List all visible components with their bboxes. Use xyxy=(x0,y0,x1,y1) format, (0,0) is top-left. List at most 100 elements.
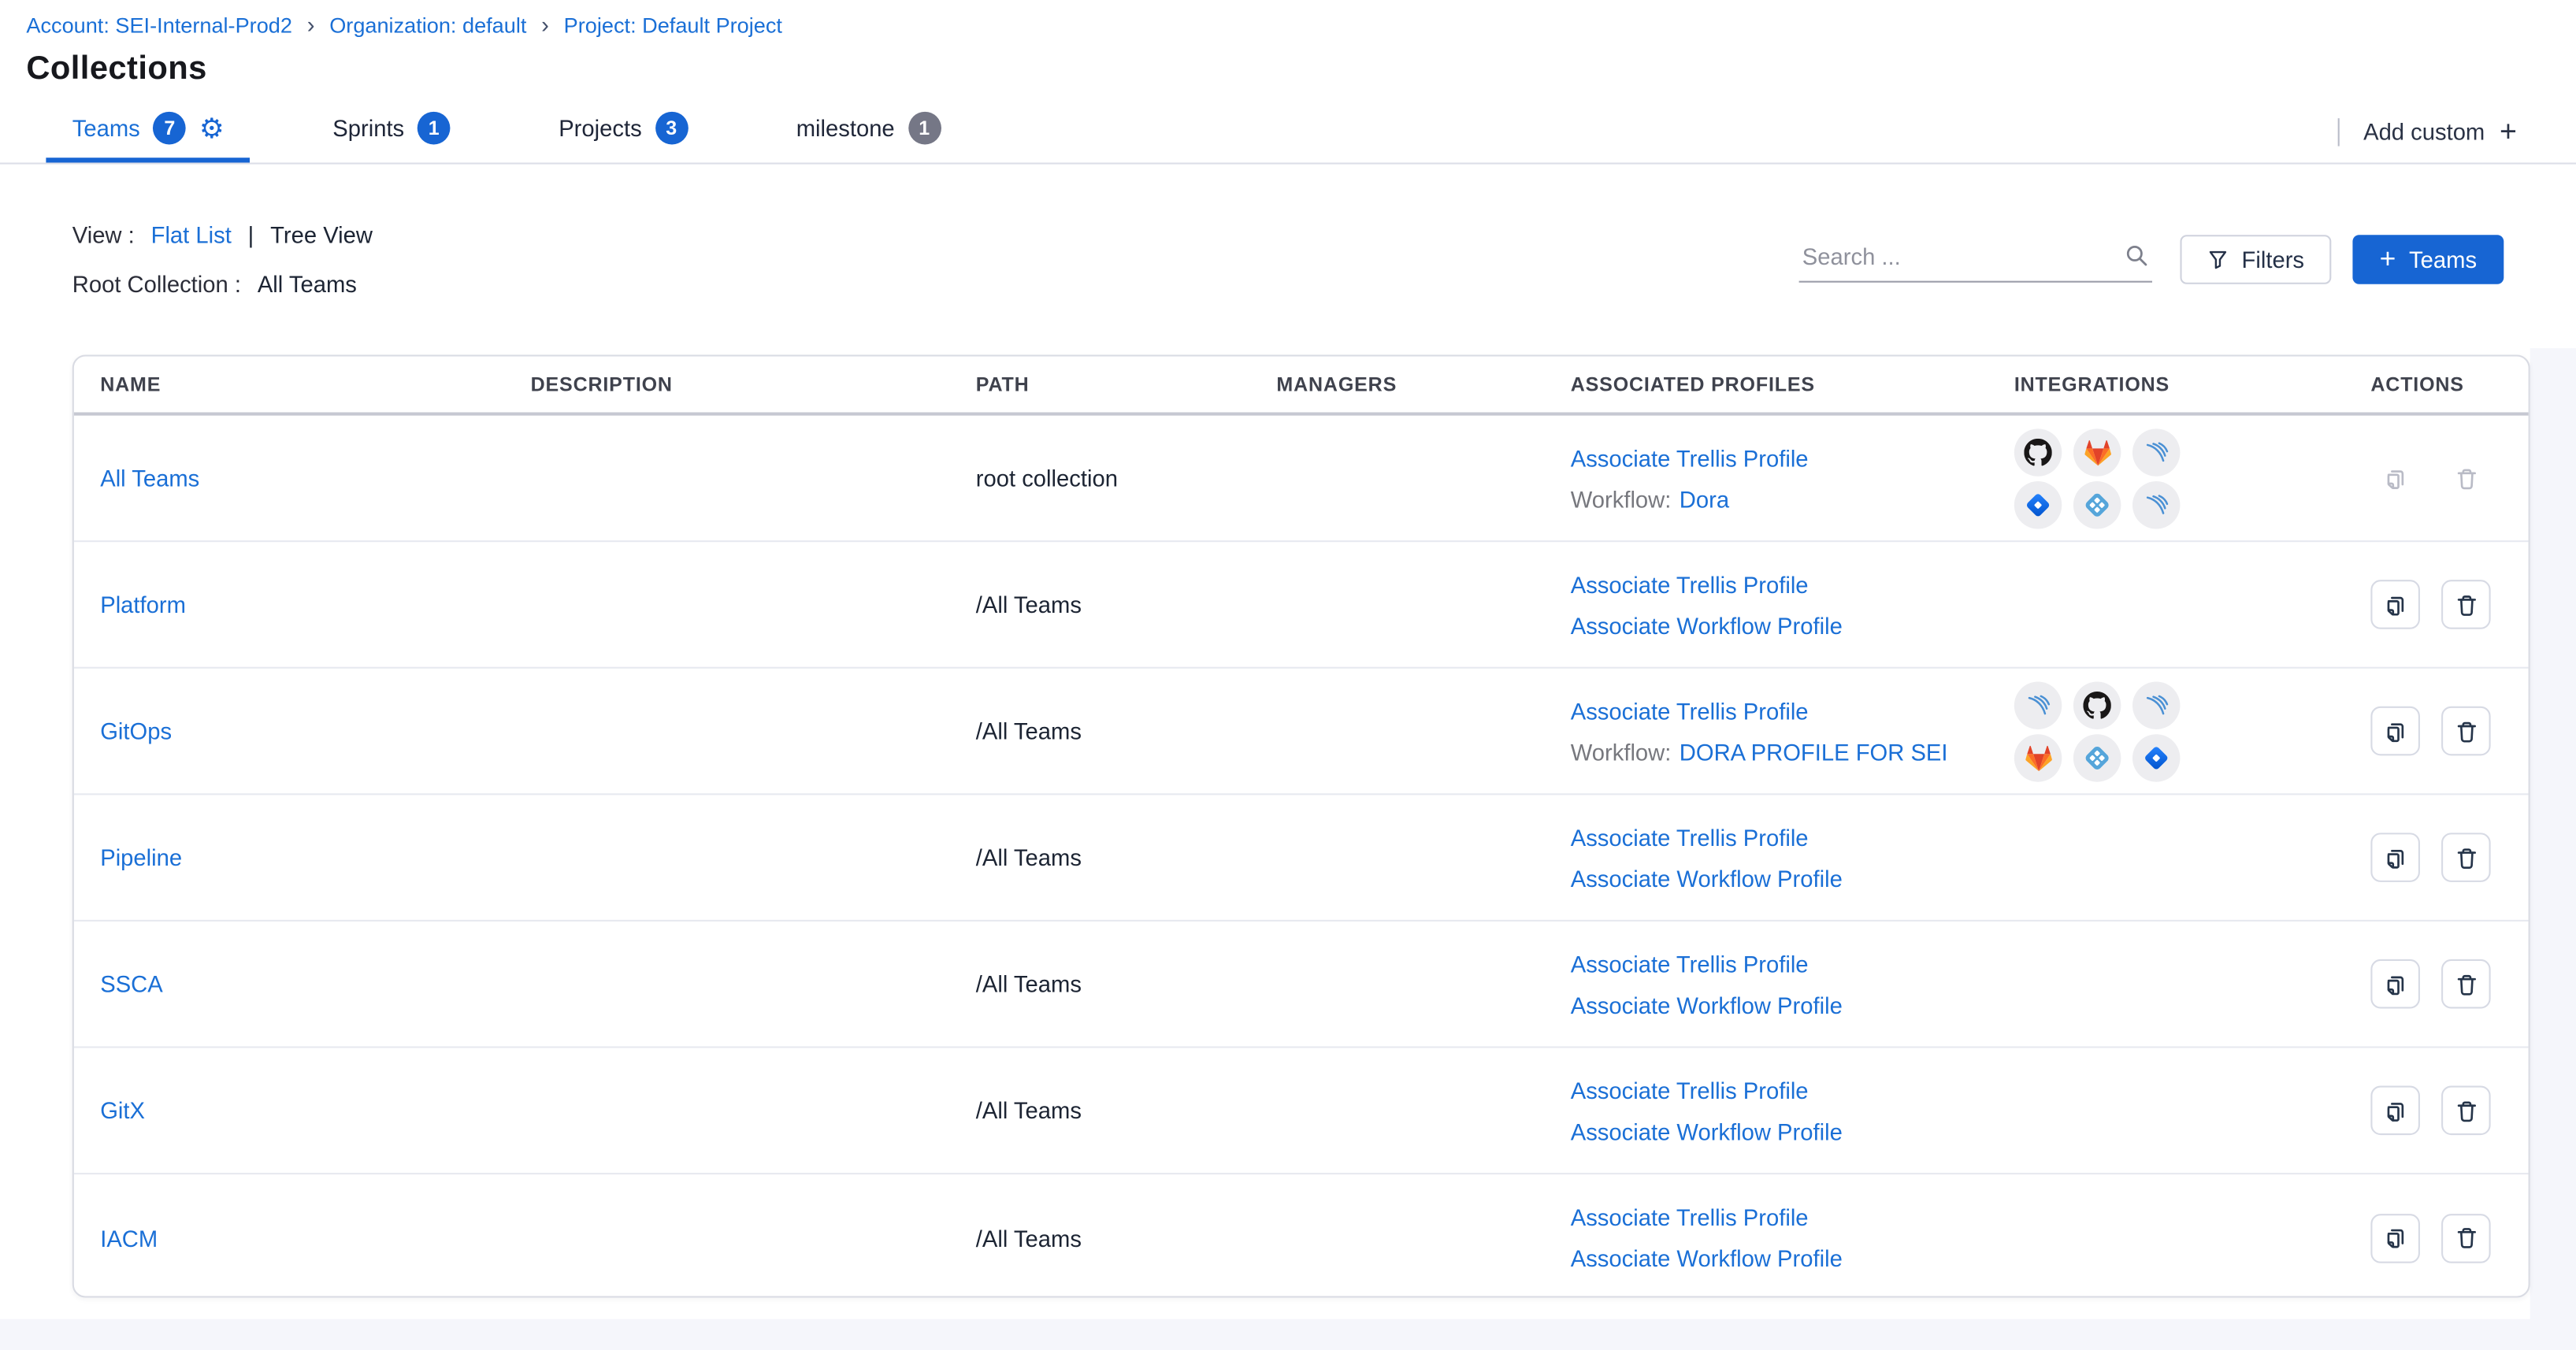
tab-sprints[interactable]: Sprints 1 xyxy=(306,98,477,162)
diamond-grid-icon xyxy=(2073,733,2121,781)
add-custom-button[interactable]: Add custom + xyxy=(2363,117,2517,146)
associated-profiles-cell: Associate Trellis Profile Associate Workf… xyxy=(1571,571,2014,639)
breadcrumb: Account: SEI-Internal-Prod2 › Organizati… xyxy=(26,13,782,38)
associated-profiles-cell: Associate Trellis Profile Workflow:DORA P… xyxy=(1571,697,2014,765)
collection-name-link[interactable]: IACM xyxy=(100,1225,158,1251)
associate-trellis-profile-link[interactable]: Associate Trellis Profile xyxy=(1571,1077,1809,1103)
jira-icon xyxy=(2132,733,2180,781)
copy-button[interactable] xyxy=(2370,1086,2420,1136)
divider: | xyxy=(248,222,254,248)
profile-line: Associate Trellis Profile xyxy=(1571,824,2014,850)
table-row: Platform /All Teams Associate Trellis Pr… xyxy=(74,542,2529,669)
profile-line: Workflow:Dora xyxy=(1571,485,2014,511)
path-cell: /All Teams xyxy=(976,844,1277,870)
tab-teams-label: Teams xyxy=(72,115,140,141)
delete-button[interactable] xyxy=(2441,959,2491,1009)
actions-cell xyxy=(2370,833,2528,882)
path-cell: /All Teams xyxy=(976,1097,1277,1123)
content-background-right xyxy=(2530,348,2576,1350)
column-header-name: NAME xyxy=(100,373,530,395)
column-header-actions: ACTIONS xyxy=(2370,373,2528,395)
collection-name-link[interactable]: All Teams xyxy=(100,465,199,491)
delete-button[interactable] xyxy=(2441,1213,2491,1263)
trash-icon xyxy=(2452,970,2480,997)
workflow-profile-link[interactable]: Dora xyxy=(1680,485,1729,511)
associate-workflow-profile-link[interactable]: Associate Workflow Profile xyxy=(1571,612,1843,638)
trash-icon xyxy=(2452,1224,2480,1252)
copy-button[interactable] xyxy=(2370,959,2420,1009)
delete-button[interactable] xyxy=(2441,833,2491,882)
profile-line: Workflow:DORA PROFILE FOR SEI xyxy=(1571,738,2014,764)
path-cell: /All Teams xyxy=(976,971,1277,997)
copy-button[interactable] xyxy=(2370,833,2420,882)
filters-button[interactable]: Filters xyxy=(2180,235,2331,284)
tab-projects[interactable]: Projects 3 xyxy=(533,98,715,162)
associate-workflow-profile-link[interactable]: Associate Workflow Profile xyxy=(1571,865,1843,891)
profile-line: Associate Trellis Profile xyxy=(1571,1077,2014,1103)
add-teams-label: Teams xyxy=(2409,247,2477,273)
teams-count-badge: 7 xyxy=(153,112,186,145)
delete-button[interactable] xyxy=(2441,1086,2491,1136)
profile-line: Associate Workflow Profile xyxy=(1571,612,2014,638)
gitlab-icon xyxy=(2014,733,2062,781)
flat-list-toggle[interactable]: Flat List xyxy=(151,222,232,248)
delete-button[interactable] xyxy=(2441,580,2491,629)
associate-trellis-profile-link[interactable]: Associate Trellis Profile xyxy=(1571,571,1809,597)
tree-view-toggle[interactable]: Tree View xyxy=(270,222,373,248)
column-header-path: PATH xyxy=(976,373,1277,395)
collection-name-link[interactable]: SSCA xyxy=(100,971,163,997)
associate-trellis-profile-link[interactable]: Associate Trellis Profile xyxy=(1571,1204,1809,1230)
tab-teams[interactable]: Teams 7 ⚙ xyxy=(46,98,251,162)
associate-trellis-profile-link[interactable]: Associate Trellis Profile xyxy=(1571,824,1809,850)
github-icon xyxy=(2014,428,2062,475)
associated-profiles-cell: Associate Trellis Profile Workflow:Dora xyxy=(1571,444,2014,512)
search-input[interactable] xyxy=(1799,243,2114,274)
associate-workflow-profile-link[interactable]: Associate Workflow Profile xyxy=(1571,992,1843,1018)
table-body: All Teams root collection Associate Trel… xyxy=(74,416,2529,1298)
associate-trellis-profile-link[interactable]: Associate Trellis Profile xyxy=(1571,444,1809,470)
associate-workflow-profile-link[interactable]: Associate Workflow Profile xyxy=(1571,1245,1843,1271)
column-header-description: DESCRIPTION xyxy=(531,373,976,395)
root-collection-label: Root Collection : xyxy=(72,271,241,297)
delete-button[interactable] xyxy=(2441,707,2491,756)
actions-cell xyxy=(2370,707,2528,756)
profile-line: Associate Trellis Profile xyxy=(1571,697,2014,723)
collection-name-link[interactable]: GitX xyxy=(100,1097,145,1123)
copy-pages-icon xyxy=(2381,464,2409,491)
profile-line: Associate Trellis Profile xyxy=(1571,571,2014,597)
magnifier-icon xyxy=(2125,243,2149,268)
breadcrumb-project-link[interactable]: Project: Default Project xyxy=(564,13,782,38)
copy-button[interactable] xyxy=(2370,580,2420,629)
chevron-right-icon: › xyxy=(307,13,315,36)
trash-icon xyxy=(2452,1096,2480,1124)
collection-name-link[interactable]: GitOps xyxy=(100,718,172,744)
profile-line: Associate Trellis Profile xyxy=(1571,950,2014,976)
associate-trellis-profile-link[interactable]: Associate Trellis Profile xyxy=(1571,950,1809,976)
tab-bar: Teams 7 ⚙ Sprints 1 Projects 3 milestone… xyxy=(0,98,2576,164)
gear-icon[interactable]: ⚙ xyxy=(199,114,225,142)
collection-name-link[interactable]: Pipeline xyxy=(100,844,182,870)
associate-workflow-profile-link[interactable]: Associate Workflow Profile xyxy=(1571,1118,1843,1144)
add-teams-button[interactable]: + Teams xyxy=(2352,235,2504,284)
integrations-cell xyxy=(2014,681,2371,781)
tab-milestone[interactable]: milestone 1 xyxy=(770,98,967,162)
page-title: Collections xyxy=(26,51,206,89)
plus-icon: + xyxy=(2380,245,2396,273)
diamond-grid-icon xyxy=(2073,480,2121,528)
breadcrumb-org-link[interactable]: Organization: default xyxy=(329,13,526,38)
copy-button[interactable] xyxy=(2370,1213,2420,1263)
associated-profiles-cell: Associate Trellis Profile Associate Workf… xyxy=(1571,1077,2014,1144)
copy-button[interactable] xyxy=(2370,707,2420,756)
table-row: Pipeline /All Teams Associate Trellis Pr… xyxy=(74,795,2529,922)
workflow-profile-link[interactable]: DORA PROFILE FOR SEI xyxy=(1680,738,1948,764)
profile-line: Associate Workflow Profile xyxy=(1571,1118,2014,1144)
table-row: SSCA /All Teams Associate Trellis Profil… xyxy=(74,922,2529,1048)
collection-name-link[interactable]: Platform xyxy=(100,592,186,618)
view-label: View : xyxy=(72,222,135,248)
column-header-associated-profiles: ASSOCIATED PROFILES xyxy=(1571,373,2014,395)
path-cell: /All Teams xyxy=(976,1225,1277,1251)
breadcrumb-account-link[interactable]: Account: SEI-Internal-Prod2 xyxy=(26,13,292,38)
trash-icon xyxy=(2452,591,2480,618)
associate-trellis-profile-link[interactable]: Associate Trellis Profile xyxy=(1571,697,1809,723)
gitlab-icon xyxy=(2073,428,2121,475)
